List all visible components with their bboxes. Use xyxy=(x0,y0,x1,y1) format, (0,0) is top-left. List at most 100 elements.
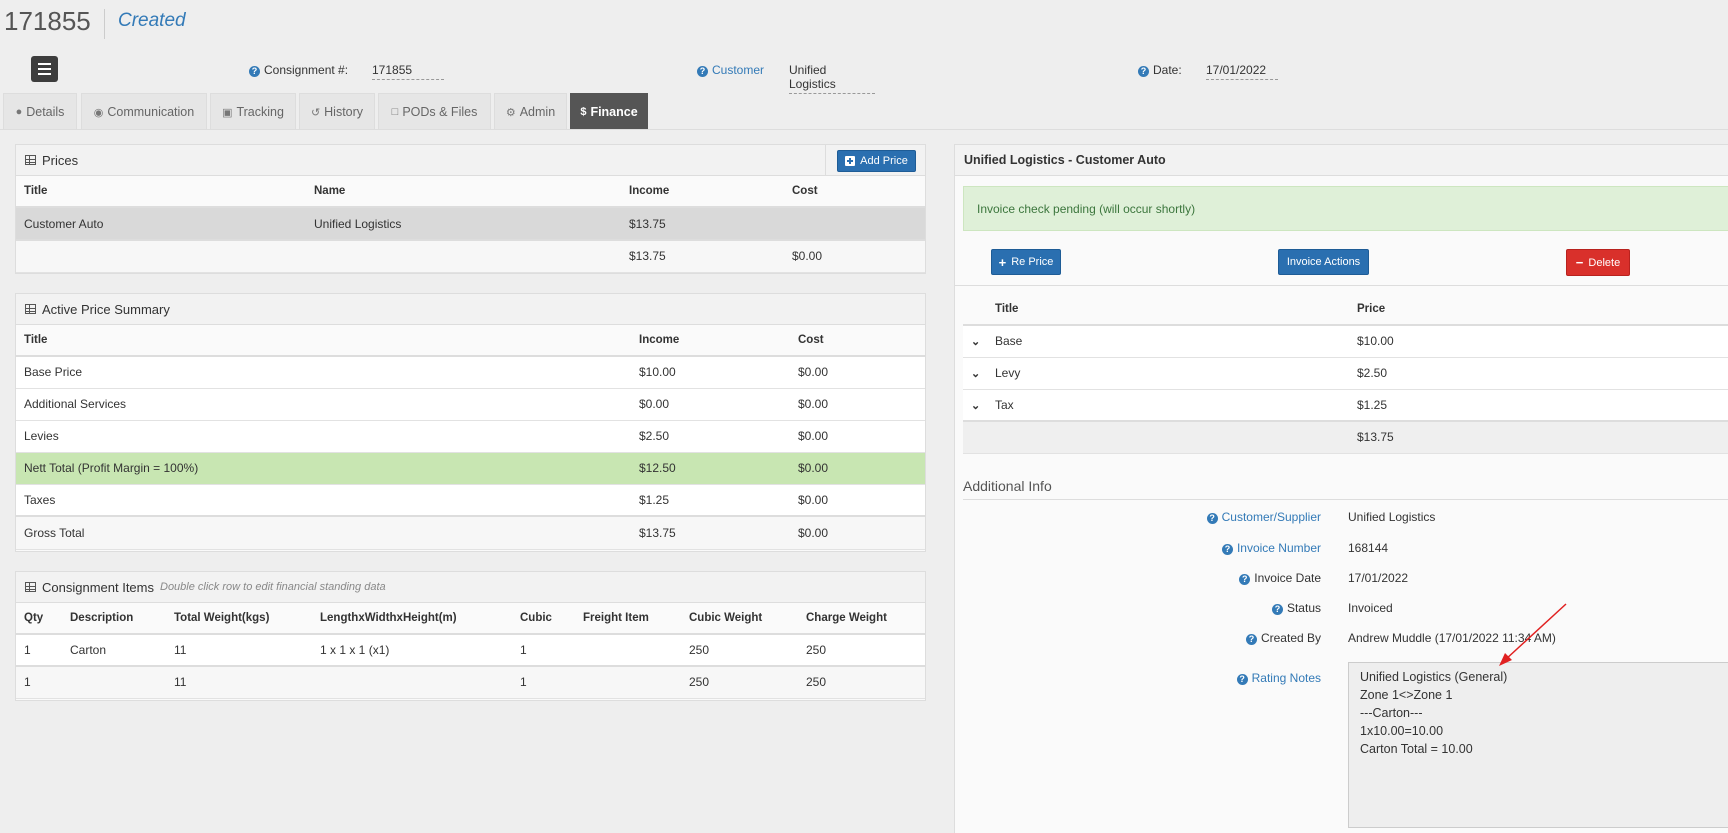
tab-details[interactable]: ● Details xyxy=(3,93,77,130)
summary-panel-header: Active Price Summary xyxy=(16,294,925,325)
table-icon xyxy=(25,304,36,314)
weight-cell: 11 xyxy=(166,634,312,667)
consignment-number-heading: 171855 xyxy=(4,6,91,36)
table-row[interactable]: 1 Carton 11 1 x 1 x 1 (x1) 1 250 250 xyxy=(16,634,925,667)
delete-button[interactable]: − Delete xyxy=(1566,249,1630,276)
help-icon[interactable]: ? xyxy=(1221,544,1233,555)
help-icon[interactable]: ? xyxy=(1245,634,1257,645)
tab-label: History xyxy=(324,105,364,119)
expand-cell[interactable]: ⌄ xyxy=(963,389,987,422)
consignment-status: Created xyxy=(118,10,186,31)
table-header-row: Title Price xyxy=(963,294,1728,326)
empty-cell xyxy=(575,665,681,699)
column-header: LengthxWidthxHeight(m) xyxy=(312,603,512,635)
rating-notes-label[interactable]: ? Rating Notes xyxy=(1121,671,1321,685)
user-icon: ● xyxy=(15,106,23,118)
invoice-pending-alert: Invoice check pending (will occur shortl… xyxy=(963,186,1728,231)
table-row[interactable]: Customer Auto Unified Logistics $13.75 xyxy=(16,207,925,241)
prices-title: Prices xyxy=(42,152,79,168)
summary-title-cell: Base Price xyxy=(16,356,631,389)
tab-pods-files[interactable]: □ PODs & Files xyxy=(378,93,491,130)
tab-finance[interactable]: $ Finance xyxy=(570,93,648,130)
add-price-button[interactable]: Add Price xyxy=(837,150,916,172)
items-note: Double click row to edit financial stand… xyxy=(160,581,386,593)
summary-title-cell: Levies xyxy=(16,420,631,453)
heading-divider xyxy=(104,9,105,39)
help-icon[interactable]: ? xyxy=(1138,66,1149,77)
column-header: Title xyxy=(16,176,306,208)
re-price-button[interactable]: + Re Price xyxy=(991,249,1061,275)
tab-history[interactable]: ↺ History xyxy=(299,93,375,130)
summary-income-cell: $13.75 xyxy=(631,515,790,550)
breakdown-title-cell: Base xyxy=(987,325,1349,358)
items-panel-header: Consignment Items Double click row to ed… xyxy=(16,572,925,603)
summary-title-cell: Taxes xyxy=(16,484,631,517)
invoice-actions-button[interactable]: Invoice Actions xyxy=(1278,249,1369,275)
customer-field-label: ? Customer xyxy=(697,63,764,77)
help-icon[interactable]: ? xyxy=(697,66,708,77)
help-icon[interactable]: ? xyxy=(249,66,260,77)
price-income-cell: $13.75 xyxy=(621,207,784,241)
column-header: Title xyxy=(16,325,631,357)
total-cost-cell: $0.00 xyxy=(784,239,925,273)
detail-title: Unified Logistics - Customer Auto xyxy=(964,153,1166,167)
gross-total-row: Gross Total $13.75 $0.00 xyxy=(16,515,925,550)
detail-panel-header: Unified Logistics - Customer Auto xyxy=(955,145,1728,176)
table-row: Additional Services $0.00 $0.00 xyxy=(16,388,925,421)
status-value: Invoiced xyxy=(1348,601,1393,615)
total-row: 1 11 1 250 250 xyxy=(16,665,925,699)
customer-supplier-label[interactable]: ? Customer/Supplier xyxy=(1121,510,1321,524)
menu-icon-bar xyxy=(38,73,51,75)
breakdown-price-cell: $10.00 xyxy=(1349,325,1728,358)
consignment-items-panel: Consignment Items Double click row to ed… xyxy=(15,571,926,701)
expand-cell[interactable]: ⌄ xyxy=(963,325,987,358)
chevron-down-icon[interactable]: ⌄ xyxy=(971,400,980,412)
chevron-down-icon[interactable]: ⌄ xyxy=(971,368,980,380)
cubic-weight-cell: 250 xyxy=(681,634,798,667)
table-row: Taxes $1.25 $0.00 xyxy=(16,484,925,517)
expand-cell[interactable]: ⌄ xyxy=(963,357,987,390)
empty-cell xyxy=(62,665,166,699)
table-row[interactable]: ⌄ Levy $2.50 xyxy=(963,357,1728,390)
description-cell: Carton xyxy=(62,634,166,667)
help-icon[interactable]: ? xyxy=(1239,574,1251,585)
date-field[interactable]: 17/01/2022 xyxy=(1206,63,1278,80)
status-label: ? Status xyxy=(1121,601,1321,615)
menu-icon-bar xyxy=(38,68,51,70)
tab-tracking[interactable]: ▣ Tracking xyxy=(210,93,296,130)
summary-title-cell: Nett Total (Profit Margin = 100%) xyxy=(16,452,631,485)
active-price-summary-panel: Active Price Summary Title Income Cost B… xyxy=(15,293,926,552)
summary-income-cell: $10.00 xyxy=(631,356,790,389)
table-row[interactable]: ⌄ Base $10.00 xyxy=(963,325,1728,358)
column-header: Total Weight(kgs) xyxy=(166,603,312,635)
summary-cost-cell: $0.00 xyxy=(790,420,925,453)
prices-panel: Prices Add Price Title Name Income Cost … xyxy=(15,144,926,274)
rating-notes-textarea[interactable]: Unified Logistics (General) Zone 1<>Zone… xyxy=(1348,662,1728,828)
invoice-date-label: ? Invoice Date xyxy=(1121,571,1321,585)
breakdown-total-cell: $13.75 xyxy=(1349,420,1728,454)
price-breakdown-table: Title Price ⌄ Base $10.00 ⌄ Levy $2.50 ⌄… xyxy=(963,294,1728,454)
table-icon xyxy=(25,582,36,592)
consignment-number-field[interactable]: 171855 xyxy=(372,63,444,80)
gear-icon: ⚙ xyxy=(505,106,516,119)
hamburger-menu-button[interactable] xyxy=(31,56,58,82)
prices-panel-header: Prices xyxy=(16,145,925,176)
items-title: Consignment Items xyxy=(42,579,154,595)
table-row[interactable]: ⌄ Tax $1.25 xyxy=(963,389,1728,422)
cubic-cell: 1 xyxy=(512,665,575,699)
plus-square-icon xyxy=(845,156,856,166)
help-icon[interactable]: ? xyxy=(1271,604,1283,615)
invoice-number-label[interactable]: ? Invoice Number xyxy=(1121,541,1321,555)
summary-income-cell: $2.50 xyxy=(631,420,790,453)
chevron-down-icon[interactable]: ⌄ xyxy=(971,336,980,348)
tab-communication[interactable]: ◉ Communication xyxy=(81,93,207,130)
table-icon xyxy=(25,155,36,165)
cubic-cell: 1 xyxy=(512,634,575,667)
menu-icon-bar xyxy=(38,63,51,65)
help-icon[interactable]: ? xyxy=(1206,513,1218,524)
customer-link[interactable]: Customer xyxy=(712,63,764,77)
charge-weight-cell: 250 xyxy=(798,634,925,667)
customer-field[interactable]: Unified Logistics xyxy=(789,63,875,94)
help-icon[interactable]: ? xyxy=(1236,674,1248,685)
tab-admin[interactable]: ⚙ Admin xyxy=(494,93,567,130)
